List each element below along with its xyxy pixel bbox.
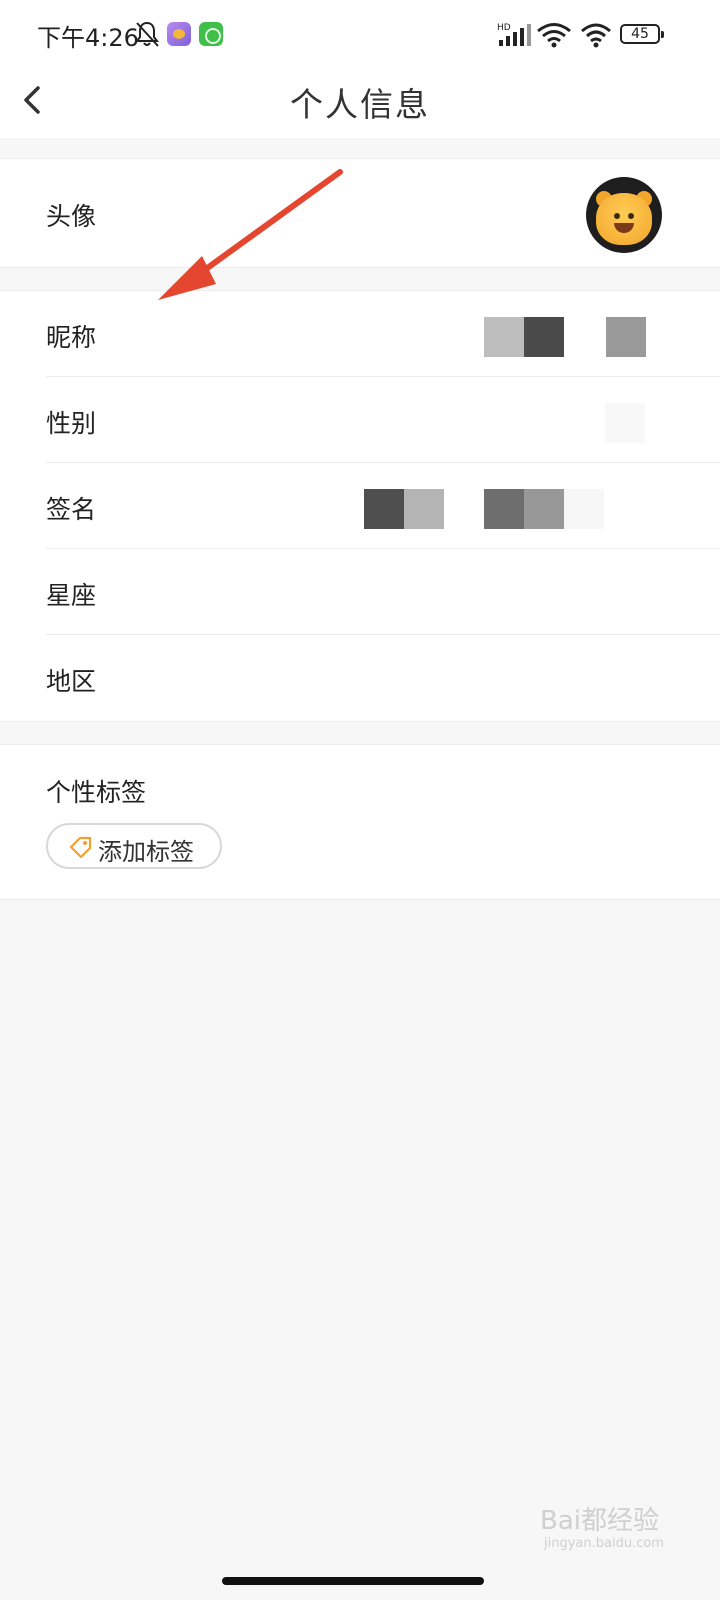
profile-fields: 昵称 性别 签名 星座 地区 xyxy=(0,290,720,722)
signal-hd-label: HD xyxy=(497,23,511,33)
redacted-value xyxy=(605,403,645,443)
baidu-watermark: Bai都经验 jingyan.baidu.com xyxy=(540,1500,680,1560)
wifi-icon xyxy=(537,23,571,48)
avatar-row[interactable]: 头像 xyxy=(0,158,720,268)
tags-section: 个性标签 添加标签 xyxy=(0,744,720,900)
field-row-zodiac[interactable]: 星座 xyxy=(0,549,720,635)
field-label: 星座 xyxy=(46,581,97,610)
field-row-signature[interactable]: 签名 xyxy=(0,463,720,549)
watermark-logo: Bai都经验 xyxy=(540,1506,659,1536)
battery-icon: 45 xyxy=(620,24,664,44)
app-green-icon xyxy=(199,22,223,46)
annotation-arrow xyxy=(158,169,343,300)
watermark-url: jingyan.baidu.com xyxy=(544,1536,664,1551)
avatar-eye xyxy=(628,213,634,219)
field-row-nickname[interactable]: 昵称 xyxy=(0,291,720,377)
home-indicator[interactable] xyxy=(222,1577,484,1585)
redacted-value xyxy=(364,489,606,529)
field-label: 昵称 xyxy=(46,323,97,352)
bell-off-icon xyxy=(135,21,159,47)
app-bear-icon xyxy=(167,22,191,46)
add-tag-label: 添加标签 xyxy=(98,838,194,866)
field-label: 性别 xyxy=(46,409,97,438)
add-tag-button[interactable]: 添加标签 xyxy=(46,823,222,869)
field-label: 地区 xyxy=(46,667,97,696)
avatar-eye xyxy=(614,213,620,219)
avatar-face xyxy=(596,193,652,245)
tag-icon xyxy=(69,836,92,859)
avatar-label: 头像 xyxy=(46,202,97,231)
redacted-value xyxy=(484,317,646,357)
field-row-gender[interactable]: 性别 xyxy=(0,377,720,463)
field-label: 签名 xyxy=(46,495,97,524)
status-time: 下午4:26 xyxy=(37,24,139,52)
signal-icon: HD xyxy=(497,23,531,46)
field-row-region[interactable]: 地区 xyxy=(0,635,720,721)
avatar[interactable] xyxy=(586,177,662,253)
status-bar: 下午4:26 HD 45 xyxy=(0,0,720,70)
wifi-icon xyxy=(581,23,611,48)
nav-bar: 个人信息 xyxy=(0,70,720,138)
tags-title: 个性标签 xyxy=(46,778,147,807)
page-title: 个人信息 xyxy=(290,85,430,124)
